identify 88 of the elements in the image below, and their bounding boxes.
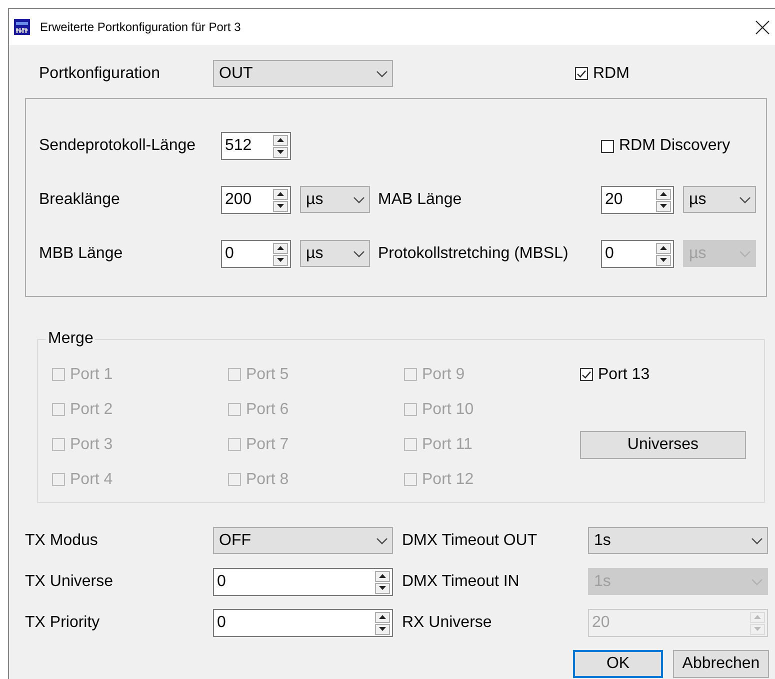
- dropdown[interactable]: OFF: [213, 527, 393, 554]
- group-title: Merge: [47, 330, 94, 348]
- down-arrow-icon: [379, 586, 386, 590]
- dropdown[interactable]: OUT: [213, 60, 393, 87]
- chevron-icon: [376, 536, 388, 544]
- spin-field[interactable]: 0: [213, 568, 393, 596]
- up-arrow-icon: [277, 138, 284, 142]
- field-label: Protokollstretching (MBSL): [378, 245, 568, 263]
- checkbox-label: Port 10: [422, 400, 474, 418]
- checkbox-label: Port 3: [70, 436, 113, 454]
- spin-up-button[interactable]: [273, 188, 288, 200]
- up-arrow-icon: [277, 246, 284, 250]
- spin-down-button[interactable]: [273, 200, 288, 212]
- chevron-icon: [739, 250, 751, 258]
- down-arrow-icon: [277, 150, 284, 154]
- chevron-icon: [353, 250, 365, 258]
- checkbox-label: Port 2: [70, 400, 113, 418]
- spin-down-button[interactable]: [656, 200, 671, 212]
- field-label: MBB Länge: [39, 245, 123, 263]
- up-arrow-icon: [379, 574, 386, 578]
- checkbox-label: Port 4: [70, 470, 113, 488]
- field-label: DMX Timeout OUT: [402, 532, 538, 550]
- field-label: MAB Länge: [378, 191, 462, 209]
- checkbox-label: Port 1: [70, 366, 113, 384]
- spin-down-button[interactable]: [273, 254, 288, 266]
- up-arrow-icon: [379, 615, 386, 619]
- up-arrow-icon: [754, 615, 761, 619]
- spin-up-button[interactable]: [375, 570, 390, 582]
- chevron-icon: [751, 578, 763, 586]
- spin-field[interactable]: 0: [221, 240, 291, 268]
- checkbox-label: Port 6: [246, 400, 289, 418]
- checkbox-label: Port 12: [422, 470, 474, 488]
- spin-down-button[interactable]: [375, 582, 390, 594]
- field-label: RX Universe: [402, 614, 492, 632]
- chevron-icon: [751, 536, 763, 544]
- checkbox[interactable]: [601, 140, 614, 152]
- spin-up-button[interactable]: [273, 242, 288, 254]
- checkbox-label: RDM Discovery: [619, 137, 730, 155]
- down-arrow-icon: [660, 204, 667, 208]
- down-arrow-icon: [379, 627, 386, 631]
- checkbox-label: Port 7: [246, 436, 289, 454]
- field-label: TX Priority: [25, 614, 100, 632]
- spin-down-button[interactable]: [656, 254, 671, 266]
- checkbox-label: Port 9: [422, 366, 465, 384]
- spin-down-button[interactable]: [375, 624, 390, 634]
- spin-up-button[interactable]: [273, 134, 288, 146]
- down-arrow-icon: [277, 204, 284, 208]
- dropdown[interactable]: µs: [683, 186, 756, 213]
- spin-field[interactable]: 0: [213, 609, 393, 637]
- field-label: Sendeprotokoll-Länge: [39, 137, 196, 155]
- checkbox-label: Port 5: [246, 366, 289, 384]
- checkbox-label: Port 8: [246, 470, 289, 488]
- field-label: Portkonfiguration: [39, 64, 160, 82]
- spin-field[interactable]: 512: [221, 132, 291, 160]
- dialog-button[interactable]: OK: [573, 650, 663, 678]
- checkbox[interactable]: [580, 368, 593, 381]
- checkbox-label: RDM: [593, 64, 630, 82]
- down-arrow-icon: [754, 627, 761, 631]
- spin-field[interactable]: 0: [601, 240, 674, 268]
- app-icon: [14, 19, 30, 35]
- field-label: TX Universe: [25, 573, 114, 591]
- field-label: TX Modus: [25, 532, 98, 550]
- up-arrow-icon: [277, 192, 284, 196]
- dropdown[interactable]: µs: [300, 186, 370, 213]
- spin-field[interactable]: 200: [221, 186, 291, 214]
- spin-up-button[interactable]: [656, 188, 671, 200]
- dropdown[interactable]: 1s: [588, 527, 768, 554]
- universes-button[interactable]: Universes: [580, 430, 746, 458]
- spin-field[interactable]: 20: [601, 186, 674, 214]
- checkbox-label: Port 11: [422, 436, 472, 454]
- chevron-icon: [376, 70, 388, 78]
- down-arrow-icon: [660, 258, 667, 262]
- up-arrow-icon: [660, 246, 667, 250]
- spin-up-button[interactable]: [375, 612, 390, 622]
- checkbox[interactable]: [575, 67, 588, 80]
- spin-down-button[interactable]: [273, 146, 288, 158]
- checkbox-label: Port 13: [598, 366, 650, 384]
- window-title: Erweiterte Portkonfiguration für Port 3: [40, 20, 242, 34]
- spin-up-button[interactable]: [656, 242, 671, 254]
- close-icon[interactable]: [755, 20, 770, 34]
- dialog-button[interactable]: Abbrechen: [673, 650, 769, 678]
- chevron-icon: [739, 196, 751, 204]
- down-arrow-icon: [277, 258, 284, 262]
- field-label: DMX Timeout IN: [402, 573, 520, 591]
- field-label: Breaklänge: [39, 191, 120, 209]
- chevron-icon: [353, 196, 365, 204]
- dropdown[interactable]: µs: [300, 240, 370, 267]
- up-arrow-icon: [660, 192, 667, 196]
